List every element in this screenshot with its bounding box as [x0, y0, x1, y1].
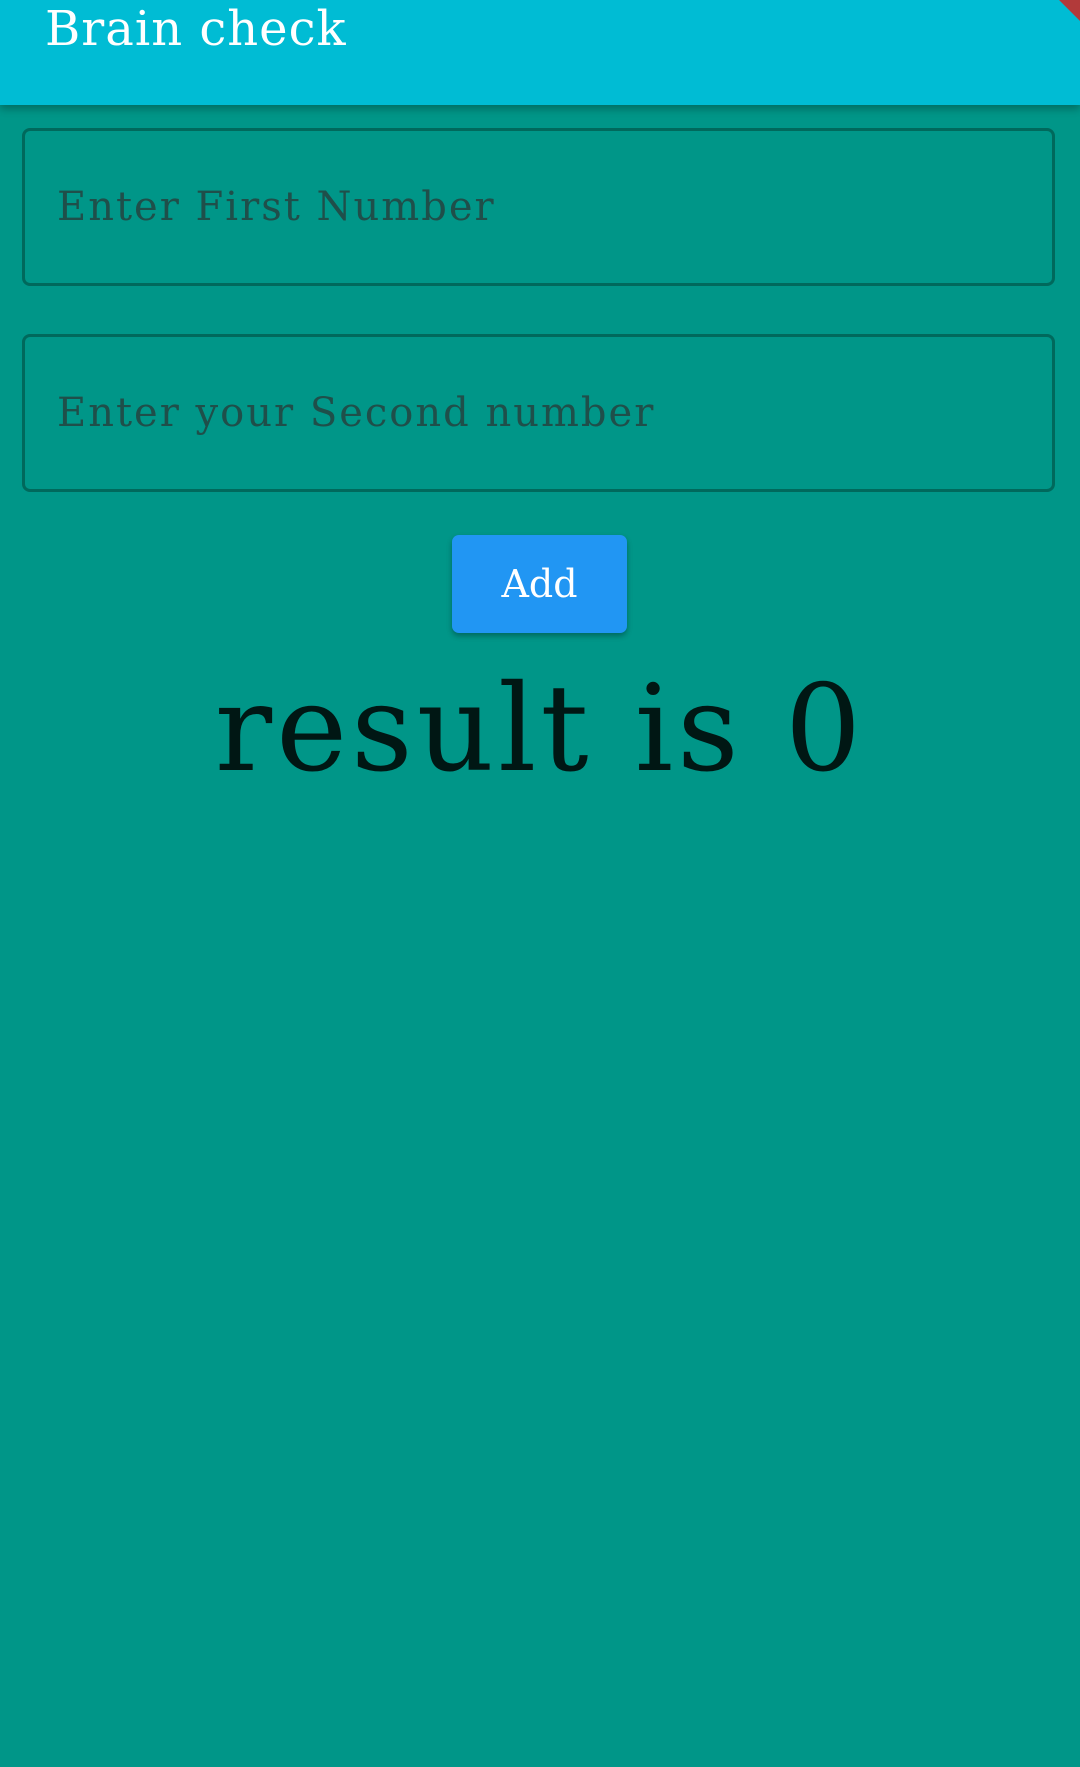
second-number-field[interactable]: [22, 334, 1055, 492]
second-number-input[interactable]: [57, 337, 1017, 489]
add-button[interactable]: Add: [452, 535, 627, 633]
app-title: Brain check: [45, 1, 347, 57]
debug-banner: [1055, 0, 1080, 25]
result-text: result is 0: [214, 660, 866, 799]
first-number-field[interactable]: [22, 128, 1055, 286]
first-number-input[interactable]: [57, 131, 1017, 283]
app-bar: Brain check: [0, 0, 1080, 105]
